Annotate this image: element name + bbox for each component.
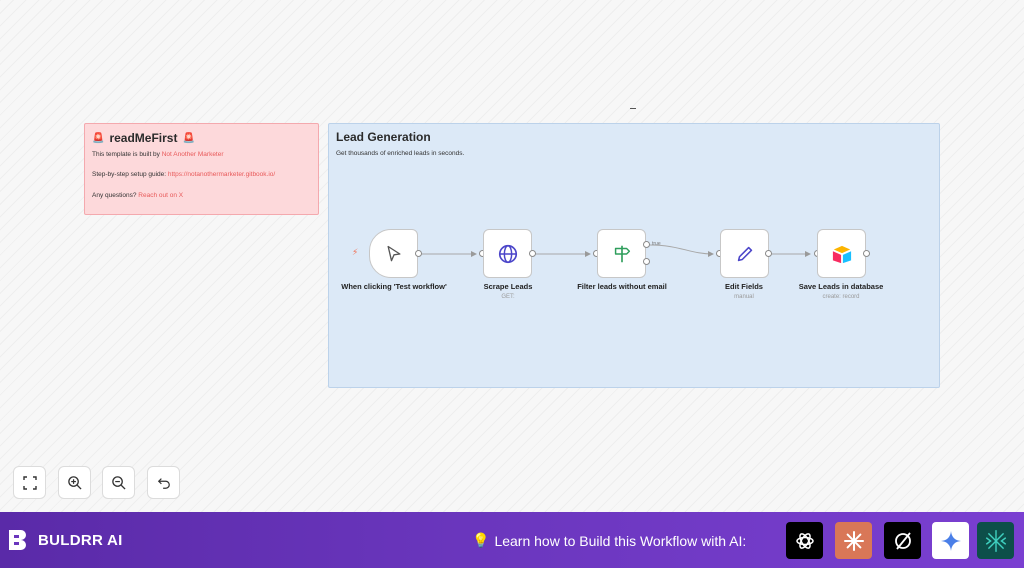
author-link[interactable]: Not Another Marketer	[162, 151, 224, 158]
cursor-icon	[387, 245, 400, 261]
globe-icon	[498, 244, 517, 263]
airtable-icon	[832, 245, 851, 263]
output-port[interactable]	[765, 250, 772, 257]
node-edit-fields[interactable]	[720, 229, 769, 278]
pencil-icon	[737, 246, 752, 261]
node-subtitle: manual	[734, 294, 754, 300]
deepseek-icon	[985, 529, 1006, 552]
deepseek-button[interactable]	[977, 522, 1014, 559]
zoom-in-icon	[68, 476, 82, 490]
node-subtitle: GET:	[501, 294, 515, 300]
chatgpt-button[interactable]	[786, 522, 823, 559]
readme-line-guide: Step-by-step setup guide: https://notano…	[92, 171, 276, 179]
fit-view-icon	[22, 475, 37, 490]
node-save-leads[interactable]	[817, 229, 866, 278]
readme-line-questions: Any questions? Reach out on X	[92, 191, 184, 199]
node-subtitle: create: record	[822, 294, 860, 300]
reach-out-link[interactable]: Reach out on X	[138, 192, 183, 199]
learn-cta: 💡 Learn how to Build this Workflow with …	[472, 532, 746, 549]
lightbulb-icon: 💡	[472, 532, 490, 548]
perplexity-icon	[894, 531, 911, 550]
chatgpt-icon	[795, 532, 814, 549]
fit-view-button[interactable]	[13, 466, 46, 499]
brand-logo[interactable]: BULDRR AI	[7, 528, 123, 552]
readme-title: readMeFirst	[109, 131, 178, 145]
node-manual-trigger[interactable]	[369, 229, 418, 278]
output-port-false[interactable]	[643, 258, 650, 265]
group-title: Lead Generation	[336, 130, 431, 144]
learn-cta-text: Learn how to Build this Workflow with AI…	[494, 532, 747, 549]
canvas-dash	[630, 108, 636, 109]
node-label: When clicking 'Test workflow'	[341, 282, 447, 291]
output-port-true[interactable]	[643, 241, 650, 248]
node-label: Scrape Leads	[483, 282, 533, 291]
trigger-bolt-icon: ⚡	[352, 247, 359, 257]
zoom-out-icon	[112, 476, 126, 490]
gemini-icon	[940, 530, 961, 551]
output-port[interactable]	[415, 250, 422, 257]
undo-button[interactable]	[147, 466, 180, 499]
node-label: Filter leads without email	[577, 282, 667, 291]
zoom-out-button[interactable]	[102, 466, 135, 499]
bell-icon: 🚨	[92, 132, 105, 144]
readme-sticky-note[interactable]: 🚨 readMeFirst 🚨 This template is built b…	[84, 123, 319, 215]
output-port[interactable]	[863, 250, 870, 257]
readme-line-author: This template is built by Not Another Ma…	[92, 151, 224, 158]
readme-title-row: 🚨 readMeFirst 🚨	[92, 131, 311, 145]
brand-name: BULDRR AI	[38, 531, 123, 549]
node-scrape-leads[interactable]	[483, 229, 532, 278]
perplexity-button[interactable]	[884, 522, 921, 559]
buldrr-logo-icon	[9, 530, 26, 550]
node-filter-leads[interactable]	[597, 229, 646, 278]
node-label: Save Leads in database	[798, 282, 884, 291]
gemini-button[interactable]	[932, 522, 969, 559]
zoom-in-button[interactable]	[58, 466, 91, 499]
claude-button[interactable]	[835, 522, 872, 559]
guide-link[interactable]: https://notanothermarketer.gitbook.io/	[168, 171, 275, 178]
group-description: Get thousands of enriched leads in secon…	[336, 150, 465, 157]
workflow-canvas[interactable]: 🚨 readMeFirst 🚨 This template is built b…	[0, 0, 1024, 512]
branch-label-true: true	[652, 241, 661, 247]
undo-icon	[157, 477, 170, 489]
output-port[interactable]	[529, 250, 536, 257]
signpost-icon	[614, 245, 630, 262]
bell-icon: 🚨	[182, 132, 195, 144]
claude-icon	[843, 530, 864, 551]
